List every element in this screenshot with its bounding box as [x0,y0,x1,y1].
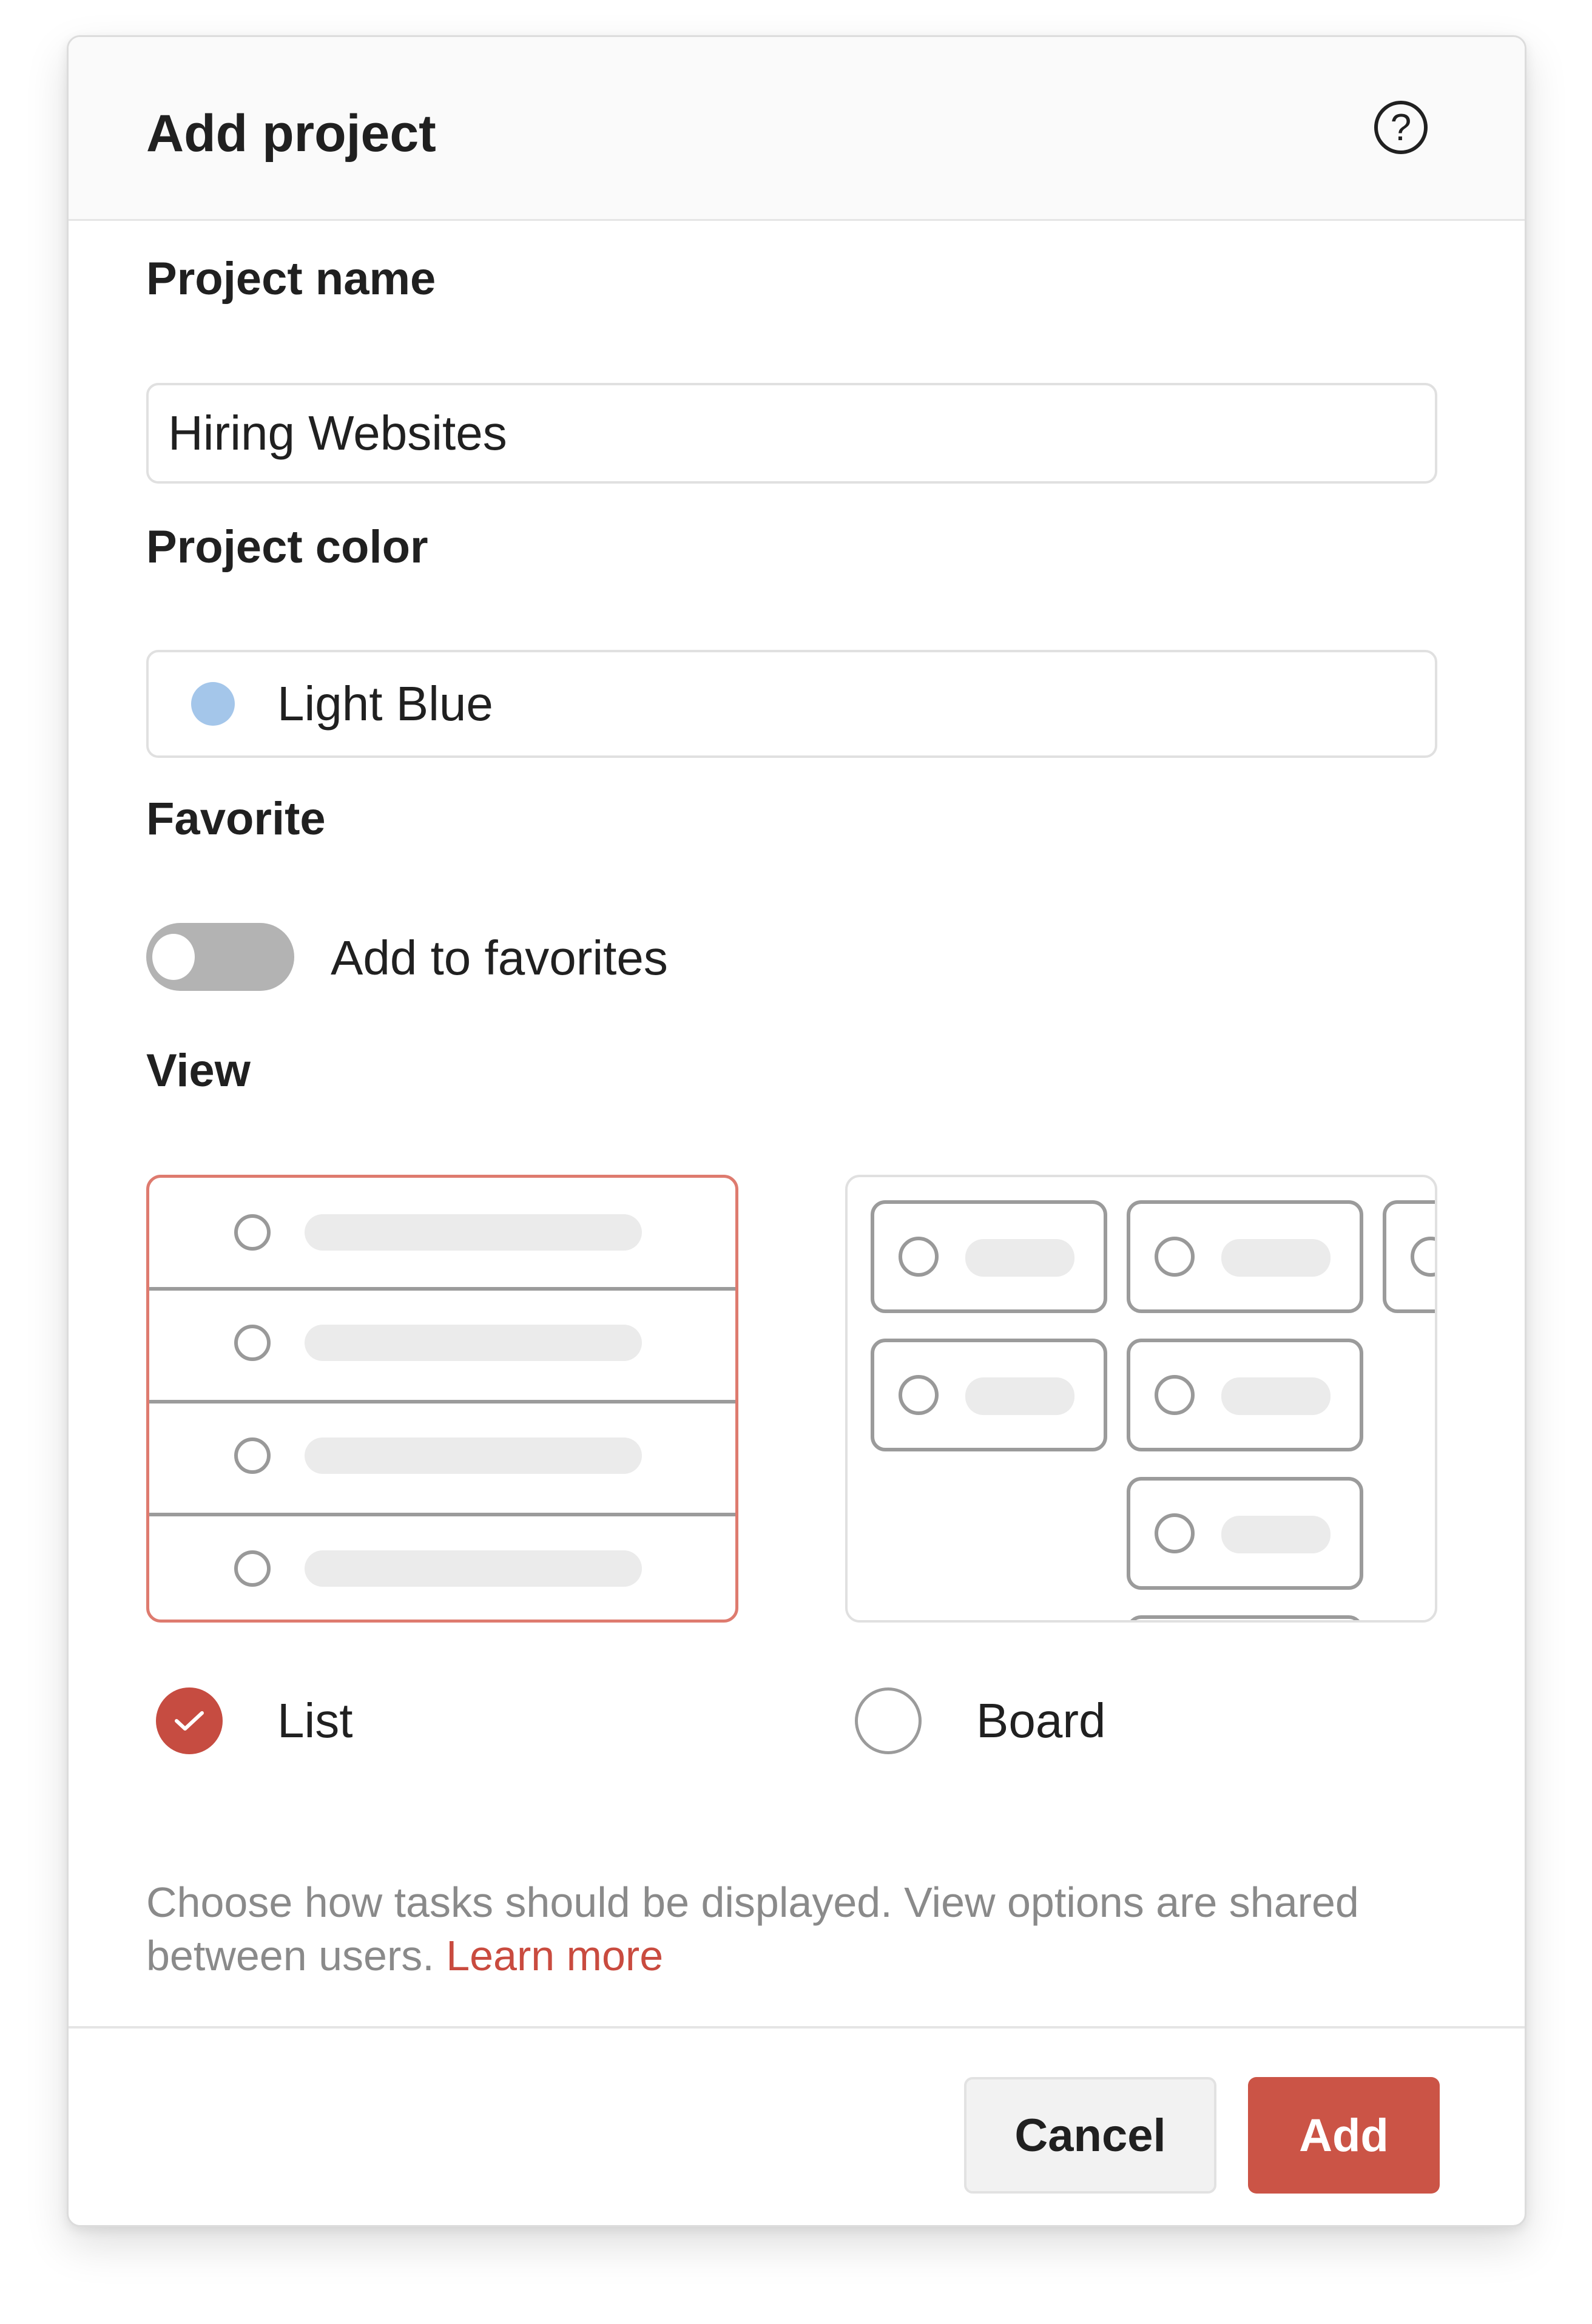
list-preview-row [149,1404,735,1516]
view-option-board[interactable]: Board [855,1687,1105,1754]
placeholder-bar [305,1437,642,1474]
board-preview-card [1127,1200,1363,1313]
add-project-dialog: Add project ? Project name Project color… [67,35,1526,2227]
project-name-label: Project name [146,253,436,305]
board-preview-card [1127,1615,1363,1620]
placeholder-bar [305,1214,642,1251]
task-circle-icon [234,1437,271,1474]
add-button[interactable]: Add [1248,2077,1440,2194]
learn-more-link[interactable]: Learn more [446,1932,663,1979]
placeholder-bar [1221,1516,1331,1553]
placeholder-bar [965,1239,1074,1277]
placeholder-bar [305,1325,642,1361]
task-circle-icon [1155,1513,1195,1553]
task-circle-icon [234,1550,271,1587]
cancel-button[interactable]: Cancel [964,2077,1216,2194]
favorite-toggle-label: Add to favorites [331,931,668,985]
list-preview-row [149,1516,735,1620]
checkmark-icon [175,1711,204,1731]
task-circle-icon [899,1237,939,1277]
board-preview-card [1127,1477,1363,1590]
favorite-toggle[interactable] [146,923,294,991]
board-preview-card [871,1200,1107,1313]
project-color-label: Project color [146,521,428,573]
view-option-list[interactable]: List [156,1687,353,1754]
task-circle-icon [899,1375,939,1415]
board-view-preview[interactable] [845,1175,1437,1623]
favorite-label: Favorite [146,793,326,845]
placeholder-bar [965,1377,1074,1415]
task-circle-icon [1411,1237,1435,1277]
radio-unchecked[interactable] [855,1687,922,1754]
view-label: View [146,1045,251,1096]
view-hint-text: Choose how tasks should be displayed. Vi… [146,1879,1359,1979]
help-icon[interactable]: ? [1374,101,1428,154]
dialog-header: Add project ? [69,37,1525,221]
placeholder-bar [1221,1239,1331,1277]
view-hint: Choose how tasks should be displayed. Vi… [146,1876,1445,1982]
list-preview-row [149,1291,735,1404]
placeholder-bar [1221,1377,1331,1415]
view-option-label: Board [976,1694,1106,1748]
project-name-field[interactable] [146,383,1437,484]
dialog-title: Add project [146,104,436,163]
task-circle-icon [234,1325,271,1361]
board-preview-card [871,1339,1107,1451]
radio-checked[interactable] [156,1687,223,1754]
task-circle-icon [1155,1375,1195,1415]
project-color-select[interactable]: Light Blue [146,650,1437,758]
list-view-preview[interactable] [146,1175,738,1623]
task-circle-icon [1155,1237,1195,1277]
view-option-label: List [277,1694,353,1748]
board-preview-card [1127,1339,1363,1451]
placeholder-bar [305,1550,642,1587]
project-name-input[interactable] [149,405,1435,462]
toggle-knob [152,934,195,980]
board-preview-card [1383,1200,1435,1313]
project-color-value: Light Blue [277,677,493,731]
color-swatch-icon [191,682,235,726]
list-preview-row [149,1178,735,1291]
task-circle-icon [234,1214,271,1251]
